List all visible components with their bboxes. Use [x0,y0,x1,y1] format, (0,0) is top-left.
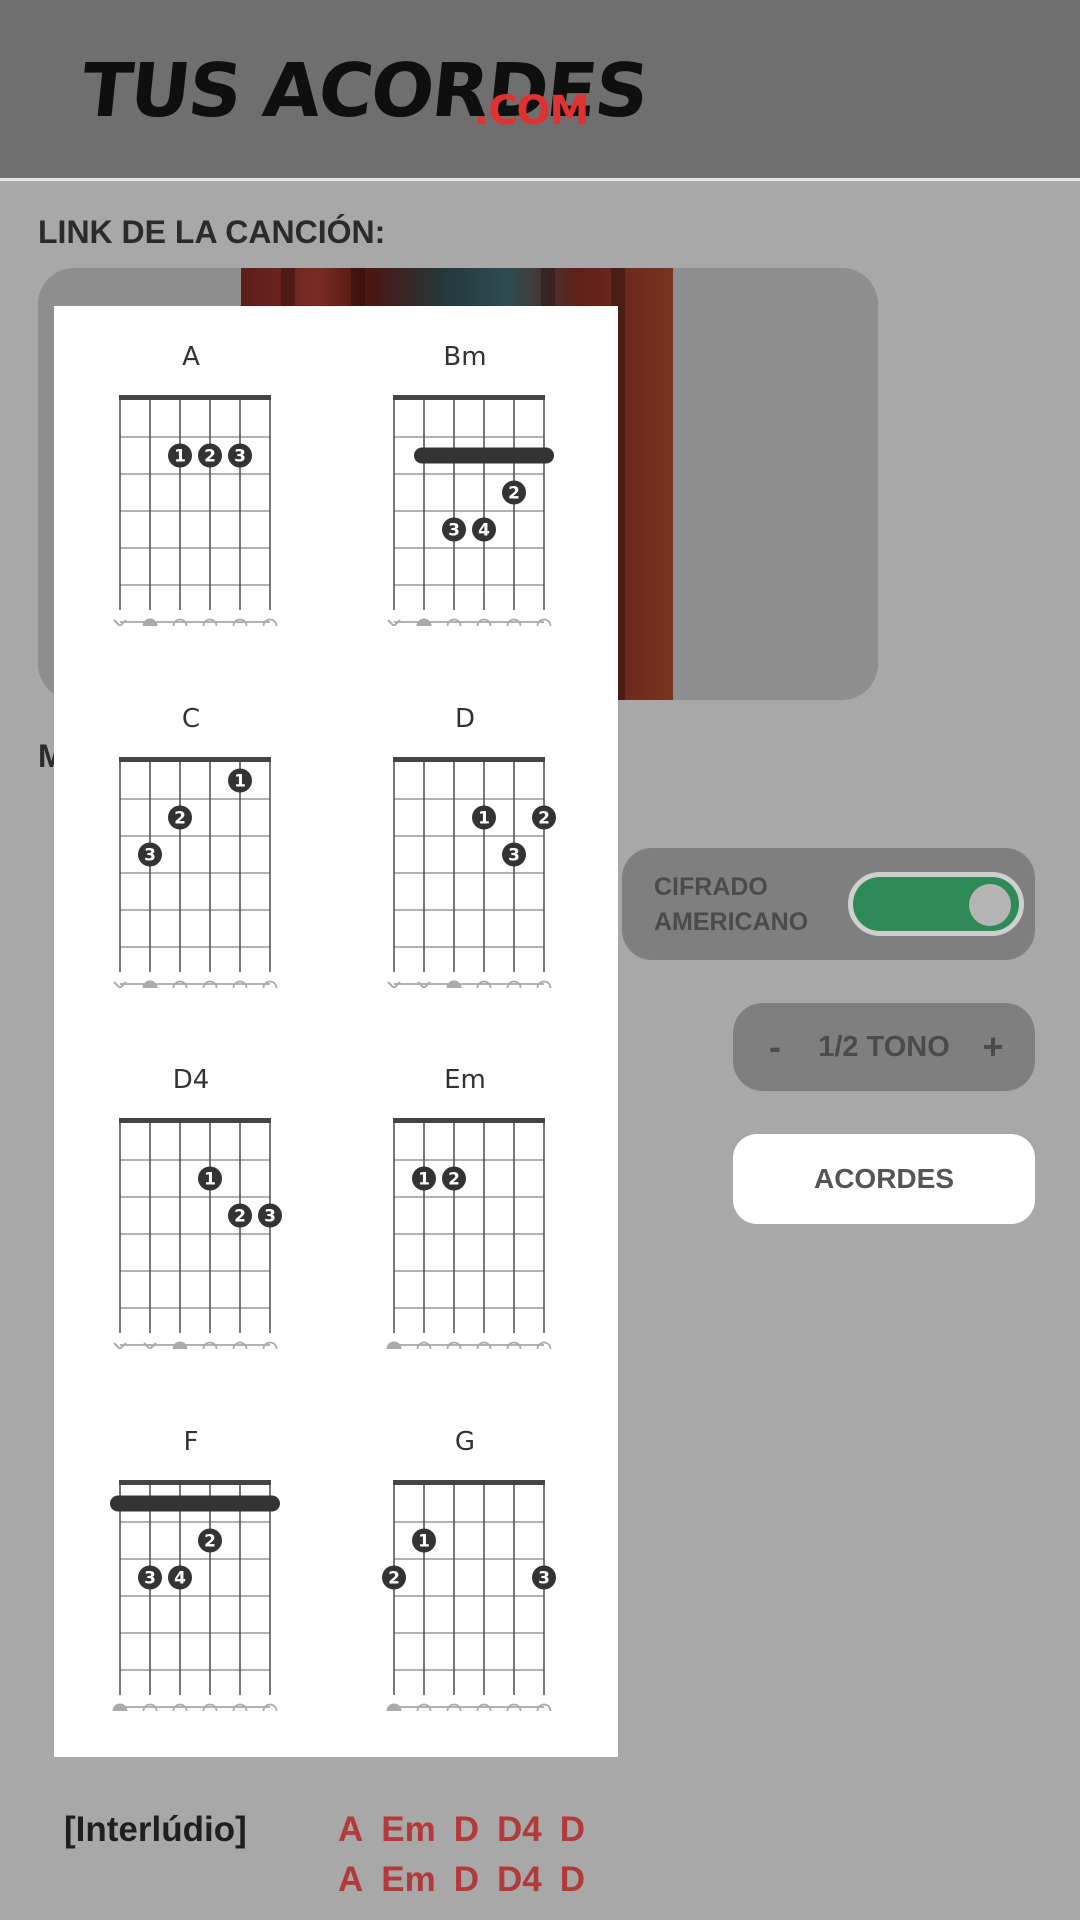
notation-toggle-panel: CIFRADO AMERICANO [622,848,1035,960]
chord-diagram-d4: D4 1 2 3 [54,1029,328,1359]
fretboard-nut [393,395,545,400]
tone-control: - 1/2 TONO + [733,1003,1035,1091]
finger-number: 3 [508,846,520,866]
chord-fretboard: 12 3 [382,1480,556,1711]
finger-number: 2 [204,447,216,467]
song-section: [Interlúdio] A Em D D4 D A Em D D4 D [64,1810,585,1899]
finger-number: 2 [234,1207,246,1227]
finger-number: 3 [448,521,460,541]
chord-link[interactable]: D4 [497,1860,542,1899]
finger-number: 3 [264,1207,276,1227]
finger-number: 4 [174,1569,186,1589]
chord-name: A [182,342,200,372]
chord-fretboard: 1 23 [387,757,556,988]
root-marker [142,618,158,626]
chord-name: G [454,1427,476,1457]
root-marker [386,1341,402,1349]
finger-number: 4 [478,521,490,541]
chord-fretboard: 12 [386,1118,552,1349]
finger-number: 3 [144,1569,156,1589]
chord-fretboard: 1 23 [113,757,278,988]
finger-number: 2 [388,1569,400,1589]
fretboard-nut [119,1118,271,1123]
fretboard-nut [119,1480,271,1485]
chord-diagram-bm: Bm 2 3 4 [328,306,602,636]
chord-name: D [454,704,476,734]
site-logo-suffix: .COM [474,88,589,134]
chord-fretboard: 123 [113,395,278,626]
tone-label: 1/2 TONO [818,1030,950,1063]
finger-number: 3 [144,846,156,866]
fretboard-nut [393,1480,545,1485]
chord-diagram-em: Em 1 2 [328,1029,602,1359]
root-marker [416,618,432,626]
finger-number: 2 [538,809,550,829]
finger-number: 2 [174,809,186,829]
finger-number: 2 [448,1170,460,1190]
chord-fretboard: 2 3 4 [387,395,554,626]
chord-link[interactable]: D [560,1810,585,1849]
finger-number: 3 [234,447,246,467]
chord-link[interactable]: A [338,1810,363,1849]
fretboard-nut [393,757,545,762]
finger-number: 1 [418,1170,430,1190]
barre-bar [414,447,554,464]
root-marker [142,980,158,988]
finger-number: 1 [478,809,490,829]
chord-fretboard: 2 3 4 [110,1480,280,1711]
fretboard-nut [119,395,271,400]
root-marker [386,1703,402,1711]
chord-name: F [183,1427,199,1457]
finger-number: 1 [174,447,186,467]
chord-fretboard: 123 [113,1118,282,1349]
chord-link[interactable]: D [454,1860,479,1899]
fretboard-nut [119,757,271,762]
notation-toggle-switch[interactable] [848,872,1024,936]
chord-diagram-a: A 123 [54,306,328,636]
chord-diagram-g: G 12 3 [328,1391,602,1721]
site-header: TUS ACORDES .COM [0,0,1080,181]
chord-diagram-f: F 2 34 [54,1391,328,1721]
chord-link[interactable]: D [454,1810,479,1849]
notation-toggle-label: CIFRADO AMERICANO [654,873,809,936]
tone-minus-button[interactable]: - [755,1026,795,1068]
root-marker [446,980,462,988]
section-label: [Interlúdio] [64,1810,247,1849]
chord-diagrams-modal: A 1 2 3 Bm 2 3 4 C 1 2 3 D 1 2 3 D4 1 2 3 Em 1 2 F 2 3 4 G 1 2 3 [54,306,618,1757]
finger-number: 3 [538,1569,550,1589]
finger-number: 1 [204,1170,216,1190]
barre-bar [110,1495,280,1512]
chord-link[interactable]: D4 [497,1810,542,1849]
song-link-label: LINK DE LA CANCIÓN: [38,214,386,250]
chord-link[interactable]: Em [381,1810,435,1849]
tone-plus-button[interactable]: + [973,1026,1013,1068]
chord-name: D4 [172,1065,210,1095]
toggle-knob [969,884,1011,926]
chord-name: C [181,704,201,734]
chord-line: A Em D D4 D [338,1860,603,1900]
root-marker [112,1703,128,1711]
chord-diagram-d: D 1 23 [328,668,602,998]
chord-name: Bm [443,342,487,372]
finger-number: 1 [234,772,246,792]
chord-link[interactable]: A [338,1860,363,1899]
chord-name: Em [444,1065,486,1095]
chord-line: A Em D D4 D [338,1810,603,1850]
fretboard-nut [393,1118,545,1123]
chord-diagram-c: C 1 23 [54,668,328,998]
finger-number: 1 [418,1532,430,1552]
finger-number: 2 [204,1532,216,1552]
root-marker [172,1341,188,1349]
chord-link[interactable]: D [560,1860,585,1899]
chord-link[interactable]: Em [381,1860,435,1899]
chords-button[interactable]: ACORDES [733,1134,1035,1224]
finger-number: 2 [508,484,520,504]
